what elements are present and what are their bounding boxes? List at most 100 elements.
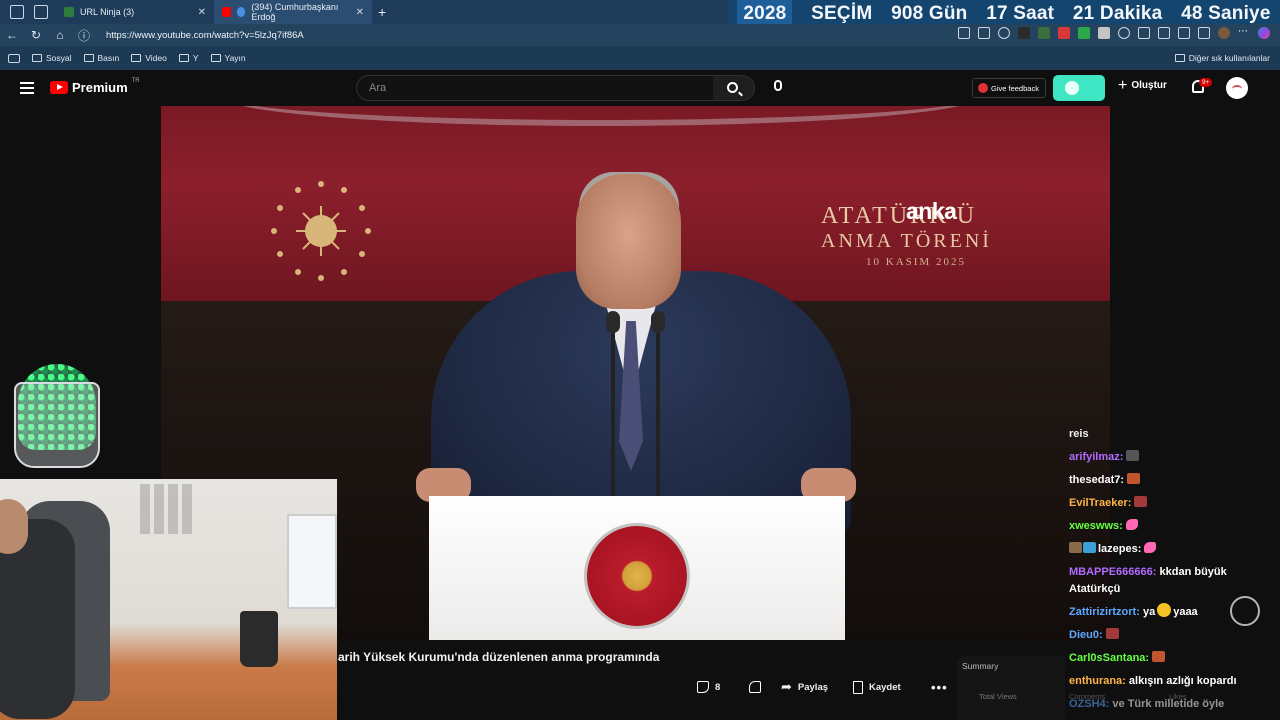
bookmark-label: Sosyal <box>46 53 72 63</box>
tab-youtube[interactable]: (394) Cumhurbaşkanı Erdoğ ✕ <box>214 0 372 24</box>
feedback-label: Give feedback <box>991 83 1039 93</box>
close-tab-icon[interactable]: ✕ <box>198 7 206 18</box>
youtube-favicon-icon <box>222 7 231 17</box>
tab-actions-icon[interactable] <box>34 5 48 19</box>
chat-user: xweswws: <box>1069 520 1123 532</box>
chat-user: OZSH4: <box>1069 698 1110 710</box>
folder-icon <box>1174 54 1185 62</box>
presidential-sun-emblem <box>271 181 371 281</box>
countdown-seconds: 48 Saniye <box>1181 3 1271 24</box>
banner-date: 10 KASIM 2025 <box>866 256 966 268</box>
bookmark-display-icon[interactable] <box>8 53 20 63</box>
chat-message: Carl0sSantana: <box>1069 647 1274 670</box>
favorite-star-icon[interactable] <box>998 27 1010 39</box>
folder-icon <box>131 54 142 62</box>
search-button[interactable] <box>713 75 755 101</box>
chat-user: arifyilmaz: <box>1069 451 1124 463</box>
microphone <box>651 311 665 333</box>
give-feedback-button[interactable]: Give feedback <box>972 78 1046 98</box>
extension-h-icon[interactable] <box>1018 27 1030 39</box>
microphone-icon[interactable] <box>774 80 782 91</box>
more-actions-button[interactable]: ••• <box>931 679 948 695</box>
folder-icon <box>83 54 94 62</box>
badge-icon <box>1069 542 1082 553</box>
profile-avatar-icon[interactable] <box>1218 27 1230 39</box>
other-bookmarks[interactable]: Diğer sık kullanılanlar <box>1174 53 1270 63</box>
channel-watermark-icon <box>1230 596 1260 626</box>
refresh-icon[interactable]: ↻ <box>24 28 48 42</box>
bookmark-icon <box>853 680 863 694</box>
bookmark-folder-yayin[interactable]: Yayın <box>210 53 246 63</box>
bookmarks-bar: Sosyal Basın Video Y Yayın Diğer sık kul… <box>0 46 1280 70</box>
workspaces-icon[interactable] <box>10 5 24 19</box>
back-arrow-icon[interactable]: ← <box>0 28 24 42</box>
folder-icon <box>210 54 221 62</box>
new-tab-plus-icon[interactable]: + <box>378 4 386 20</box>
youtube-premium-logo[interactable]: Premium TR <box>50 78 140 95</box>
youtube-play-icon <box>50 81 68 94</box>
avatar[interactable] <box>1226 77 1248 99</box>
emote-icon <box>1126 450 1140 461</box>
dislike-button[interactable] <box>749 679 781 695</box>
create-button[interactable]: + Oluştur <box>1118 77 1167 93</box>
url-ninja-favicon-icon <box>64 7 74 17</box>
bookmark-folder-video[interactable]: Video <box>131 53 167 63</box>
fish-emote-icon <box>1125 519 1138 530</box>
extension-green2-icon[interactable] <box>1078 27 1090 39</box>
folder-icon <box>178 54 189 62</box>
bookmark-folder-y[interactable]: Y <box>178 53 199 63</box>
chat-text: yaaa <box>1173 606 1198 618</box>
share-label: Paylaş <box>797 681 829 693</box>
read-aloud-icon[interactable] <box>958 27 970 39</box>
feedback-icon <box>978 83 988 93</box>
thumbs-down-icon <box>749 681 761 693</box>
app-icon[interactable] <box>978 27 990 39</box>
extension-toggle[interactable] <box>1053 75 1105 101</box>
extension-refresh-icon[interactable] <box>1118 27 1130 39</box>
save-button[interactable]: Kaydet <box>853 679 931 695</box>
tab-url-ninja[interactable]: URL Ninja (3) ✕ <box>56 0 214 24</box>
browser-essentials-icon[interactable] <box>1198 27 1210 39</box>
summary-label: Summary <box>962 661 999 671</box>
streamer-webcam <box>0 479 337 720</box>
extension-green-icon[interactable] <box>1038 27 1050 39</box>
chat-user: MBAPPE666666: <box>1069 566 1157 578</box>
bookmark-folder-sosyal[interactable]: Sosyal <box>32 53 72 63</box>
thumbs-up-icon <box>697 681 709 693</box>
favorites-icon[interactable] <box>1158 27 1170 39</box>
close-tab-icon[interactable]: ✕ <box>356 7 364 18</box>
copilot-icon[interactable] <box>1258 27 1270 39</box>
bookmark-label: Y <box>192 53 199 63</box>
home-icon[interactable]: ⌂ <box>48 28 72 42</box>
bookmark-folder-basin[interactable]: Basın <box>83 53 119 63</box>
more-dots-icon: ••• <box>931 679 948 695</box>
chat-message: OZSH4: ve Türk milletide öyle <box>1069 693 1274 716</box>
like-count: 8 <box>715 681 721 693</box>
chat-message: enthurana: alkışın azlığı kopardı <box>1069 670 1274 693</box>
hamburger-menu-icon[interactable] <box>20 82 34 94</box>
fish-emote-icon <box>1144 542 1157 553</box>
extension-red-icon[interactable] <box>1058 27 1070 39</box>
whiteboard <box>287 514 337 609</box>
site-info-icon[interactable]: ⓘ <box>72 27 96 44</box>
create-label: Oluştur <box>1131 80 1167 91</box>
logo-text: Premium <box>72 80 128 95</box>
chat-message: EvilTraeker: <box>1069 492 1274 515</box>
collections-icon[interactable] <box>1178 27 1190 39</box>
more-menu-icon[interactable]: ⋯ <box>1238 27 1250 39</box>
browser-tab-bar: URL Ninja (3) ✕ (394) Cumhurbaşkanı Erdo… <box>0 0 1280 28</box>
chat-user: Dieu0: <box>1069 629 1103 641</box>
like-button[interactable]: 8 <box>697 679 749 695</box>
emote-icon <box>1127 473 1141 484</box>
search-input[interactable] <box>357 76 713 100</box>
url-text[interactable]: https://www.youtube.com/watch?v=5lzJq7if… <box>106 30 304 41</box>
gem-jar-glass <box>14 382 100 468</box>
split-screen-icon[interactable] <box>1138 27 1150 39</box>
chat-text: reis <box>1069 428 1089 440</box>
chat-user: enthurana: <box>1069 675 1126 687</box>
emote-icon <box>1134 496 1148 507</box>
save-label: Kaydet <box>869 681 901 693</box>
chat-message: thesedat7: <box>1069 469 1274 492</box>
share-button[interactable]: ➦ Paylaş <box>781 679 853 695</box>
extension-gray-icon[interactable] <box>1098 27 1110 39</box>
